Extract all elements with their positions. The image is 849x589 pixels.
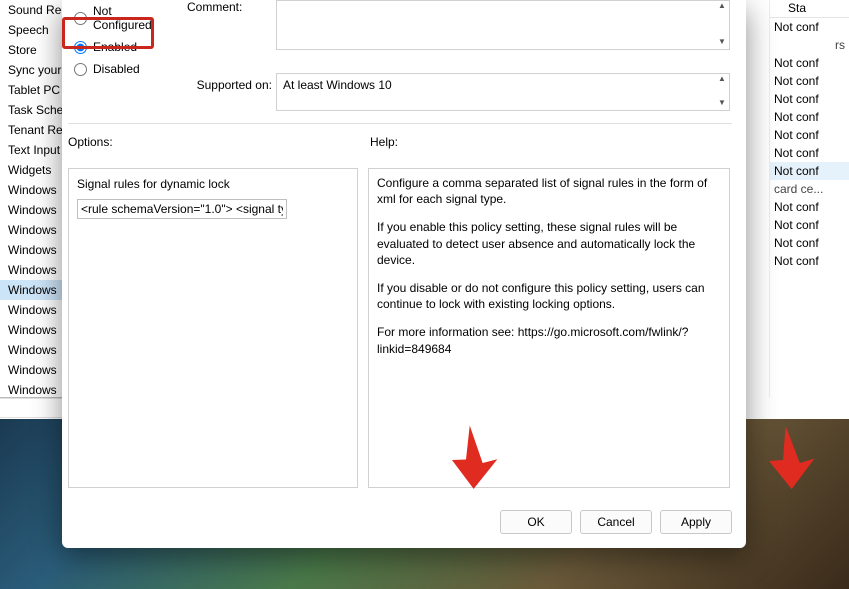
cancel-button[interactable]: Cancel — [580, 510, 652, 534]
comment-label: Comment: — [187, 0, 242, 14]
options-panel: Signal rules for dynamic lock — [68, 168, 358, 488]
state-cell[interactable]: Not conf — [770, 72, 849, 90]
radio-disabled[interactable] — [74, 63, 87, 76]
tree-item[interactable]: Widgets — [0, 160, 62, 180]
tree-item[interactable]: Text Input — [0, 140, 62, 160]
state-cell[interactable]: Not conf — [770, 54, 849, 72]
tree-item[interactable]: Windows — [0, 340, 62, 360]
supported-on-box: At least Windows 10 ▲ ▼ — [276, 73, 730, 111]
tree-item[interactable]: Tenant Res — [0, 120, 62, 140]
state-cell[interactable]: Not conf — [770, 234, 849, 252]
supported-spinner[interactable]: ▲ ▼ — [715, 74, 729, 110]
policy-tree[interactable]: Sound Rec Speech Store Sync your Tablet … — [0, 0, 62, 398]
help-section-label: Help: — [370, 135, 398, 149]
tree-item[interactable]: Sync your — [0, 60, 62, 80]
radio-enabled[interactable] — [74, 41, 87, 54]
state-cell[interactable]: Not conf — [770, 162, 849, 180]
state-cell[interactable]: Not conf — [770, 144, 849, 162]
tree-item[interactable]: Windows — [0, 240, 62, 260]
radio-not-configured-row[interactable]: Not Configured — [68, 0, 178, 36]
spin-up-icon[interactable]: ▲ — [715, 1, 729, 13]
tree-item[interactable]: Sound Rec — [0, 0, 62, 20]
state-cell[interactable]: Not conf — [770, 18, 849, 36]
radio-enabled-row[interactable]: Enabled — [68, 36, 178, 58]
help-text: For more information see: https://go.mic… — [377, 324, 721, 356]
state-cell[interactable]: rs — [770, 36, 849, 54]
tree-item[interactable]: Windows — [0, 180, 62, 200]
help-text: Configure a comma separated list of sign… — [377, 175, 721, 207]
settings-state-column: Sta Not conf rs Not conf Not conf Not co… — [769, 0, 849, 398]
policy-state-radio-group: Not Configured Enabled Disabled — [68, 0, 178, 80]
tree-item[interactable]: Windows — [0, 360, 62, 380]
dialog-button-row: OK Cancel Apply — [62, 510, 746, 534]
spin-up-icon[interactable]: ▲ — [715, 74, 729, 86]
ok-button[interactable]: OK — [500, 510, 572, 534]
state-cell[interactable]: Not conf — [770, 198, 849, 216]
tree-item[interactable]: Windows — [0, 260, 62, 280]
supported-on-label: Supported on: — [187, 78, 272, 92]
radio-label: Not Configured — [93, 4, 172, 32]
state-cell[interactable]: Not conf — [770, 126, 849, 144]
option-field-label: Signal rules for dynamic lock — [77, 177, 349, 191]
spin-down-icon[interactable]: ▼ — [715, 37, 729, 49]
state-cell[interactable]: Not conf — [770, 90, 849, 108]
state-cell[interactable]: Not conf — [770, 252, 849, 270]
state-cell[interactable]: Not conf — [770, 108, 849, 126]
state-column-header[interactable]: Sta — [770, 0, 849, 18]
radio-not-configured[interactable] — [74, 12, 87, 25]
radio-label: Enabled — [93, 40, 137, 54]
comment-textarea[interactable]: ▲ ▼ — [276, 0, 730, 50]
signal-rules-input[interactable] — [77, 199, 287, 219]
tree-item-selected[interactable]: Windows — [0, 280, 62, 300]
supported-on-value: At least Windows 10 — [283, 78, 392, 92]
state-cell[interactable]: card ce... — [770, 180, 849, 198]
tree-item[interactable]: Windows — [0, 320, 62, 340]
tree-item[interactable]: Tablet PC — [0, 80, 62, 100]
spin-down-icon[interactable]: ▼ — [715, 98, 729, 110]
tree-item[interactable]: Speech — [0, 20, 62, 40]
help-text: If you disable or do not configure this … — [377, 280, 721, 312]
help-panel: Configure a comma separated list of sign… — [368, 168, 730, 488]
tree-item[interactable]: Task Sched — [0, 100, 62, 120]
apply-button[interactable]: Apply — [660, 510, 732, 534]
help-text: If you enable this policy setting, these… — [377, 219, 721, 268]
tree-item[interactable]: Store — [0, 40, 62, 60]
options-section-label: Options: — [68, 135, 113, 149]
radio-label: Disabled — [93, 62, 140, 76]
tree-item[interactable]: Windows — [0, 380, 62, 398]
tree-item[interactable]: Windows — [0, 200, 62, 220]
state-cell[interactable]: Not conf — [770, 216, 849, 234]
policy-dialog: Not Configured Enabled Disabled Comment:… — [62, 0, 746, 548]
comment-spinner[interactable]: ▲ ▼ — [715, 1, 729, 49]
tree-footer — [0, 398, 62, 418]
section-divider — [68, 123, 732, 124]
tree-item[interactable]: Windows — [0, 220, 62, 240]
radio-disabled-row[interactable]: Disabled — [68, 58, 178, 80]
tree-item[interactable]: Windows — [0, 300, 62, 320]
